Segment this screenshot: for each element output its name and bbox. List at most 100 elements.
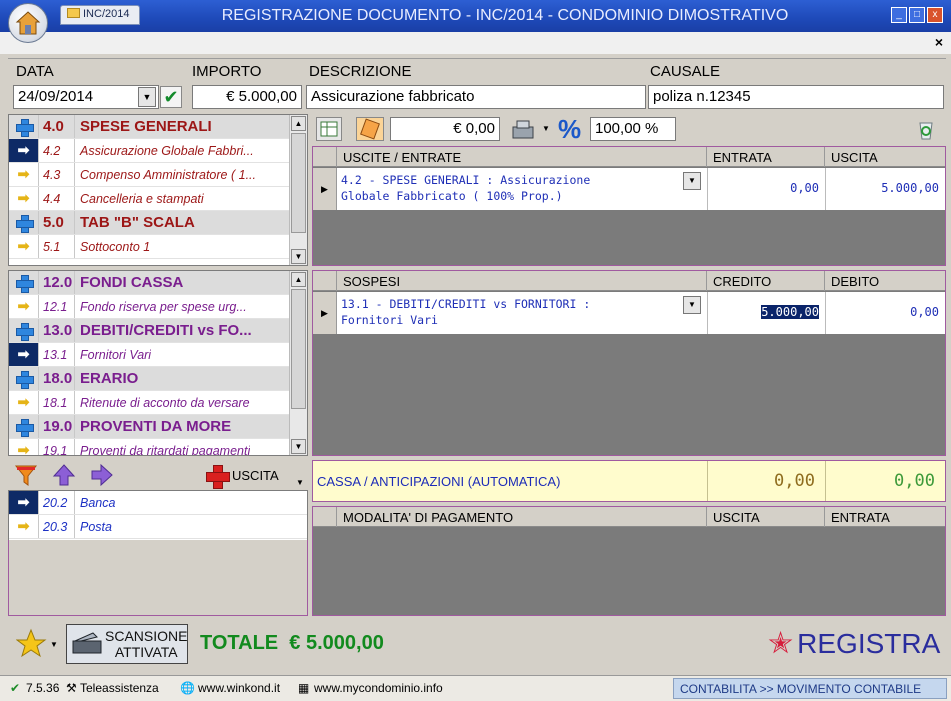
- teleassistenza-link[interactable]: Teleassistenza: [80, 681, 159, 695]
- table-row[interactable]: ▶ 4.2 - SPESE GENERALI : Assicurazione G…: [313, 168, 945, 210]
- row-uscita-value[interactable]: 5.000,00: [825, 168, 945, 210]
- account-row[interactable]: ➡ 18.1 Ritenute di acconto da versare: [9, 391, 289, 415]
- row-description[interactable]: 13.1 - DEBITI/CREDITI vs FORNITORI : For…: [341, 296, 590, 328]
- favorite-dropdown-icon[interactable]: ▼: [50, 640, 58, 649]
- scroll-up-icon[interactable]: ▲: [291, 272, 306, 287]
- favorite-star-icon[interactable]: [16, 628, 50, 660]
- col-uscite-entrate[interactable]: USCITE / ENTRATE: [337, 147, 707, 167]
- account-row[interactable]: ➡ 20.2 Banca: [9, 491, 307, 515]
- document-tab[interactable]: INC/2014: [60, 5, 140, 25]
- col-sospesi[interactable]: SOSPESI: [337, 271, 707, 291]
- account-row[interactable]: 18.0 ERARIO: [9, 367, 289, 391]
- plus-icon[interactable]: [15, 274, 34, 293]
- arrow-right-icon: ➡: [17, 190, 30, 207]
- row-dropdown-icon[interactable]: ▼: [683, 172, 701, 190]
- account-row[interactable]: 12.0 FONDI CASSA: [9, 271, 289, 295]
- scroll-thumb[interactable]: [291, 289, 306, 409]
- split-amount-field[interactable]: € 0,00: [390, 117, 500, 141]
- descrizione-field[interactable]: Assicurazione fabbricato: [306, 85, 646, 109]
- title-bar: INC/2014 REGISTRAZIONE DOCUMENTO - INC/2…: [0, 0, 951, 32]
- arrow-up-icon[interactable]: [52, 463, 76, 487]
- arrow-right-icon: ➡: [17, 238, 30, 255]
- select-arrow-icon: ➡: [9, 391, 39, 414]
- account-row[interactable]: ➡ 5.1 Sottoconto 1: [9, 235, 289, 259]
- account-row[interactable]: ➡ 19.1 Proventi da ritardati pagamenti: [9, 439, 289, 455]
- recycle-bin-icon[interactable]: [914, 117, 938, 141]
- folder-icon: [67, 8, 80, 18]
- account-row[interactable]: ➡ 4.3 Compenso Amministratore ( 1...: [9, 163, 289, 187]
- modalita-grid-header: MODALITA' DI PAGAMENTO USCITA ENTRATA: [313, 507, 945, 527]
- scroll-up-icon[interactable]: ▲: [291, 116, 306, 131]
- close-button[interactable]: x: [927, 7, 943, 23]
- uscita-button[interactable]: USCITA: [232, 468, 279, 483]
- expense-accounts-scrollbar[interactable]: ▲ ▼: [289, 115, 307, 265]
- account-row[interactable]: ➡ 12.1 Fondo riserva per spese urg...: [9, 295, 289, 319]
- toolbar-dropdown-icon[interactable]: ▼: [296, 478, 304, 487]
- plus-icon[interactable]: [15, 418, 34, 437]
- row-debito-value[interactable]: 0,00: [825, 292, 945, 334]
- account-row[interactable]: 13.0 DEBITI/CREDITI vs FO...: [9, 319, 289, 343]
- account-row[interactable]: 19.0 PROVENTI DA MORE: [9, 415, 289, 439]
- table-row[interactable]: ▶ 13.1 - DEBITI/CREDITI vs FORNITORI : F…: [313, 292, 945, 334]
- winkond-link[interactable]: www.winkond.it: [198, 681, 280, 695]
- col-modalita-entrata[interactable]: ENTRATA: [825, 507, 945, 527]
- col-uscita[interactable]: USCITA: [825, 147, 945, 167]
- account-name: TAB "B" SCALA: [80, 214, 195, 231]
- maximize-button[interactable]: □: [909, 7, 925, 23]
- percent-field[interactable]: 100,00 %: [590, 117, 676, 141]
- scroll-down-icon[interactable]: ▼: [291, 439, 306, 454]
- plus-icon[interactable]: [15, 214, 34, 233]
- cassa-label: CASSA / ANTICIPAZIONI (AUTOMATICA): [317, 474, 561, 489]
- registra-button[interactable]: ✭ REGISTRA: [768, 626, 940, 661]
- plus-icon[interactable]: [15, 322, 34, 341]
- filter-icon[interactable]: [14, 463, 38, 487]
- col-modalita-uscita[interactable]: USCITA: [707, 507, 825, 527]
- row-dropdown-icon[interactable]: ▼: [683, 296, 701, 314]
- date-dropdown-icon[interactable]: ▼: [138, 87, 156, 107]
- scroll-thumb[interactable]: [291, 133, 306, 233]
- row-credito-value[interactable]: 5.000,00: [707, 292, 825, 334]
- row-credito-selected-text[interactable]: 5.000,00: [761, 305, 819, 319]
- mycondominio-link[interactable]: www.mycondominio.info: [314, 681, 443, 695]
- minimize-button[interactable]: _: [891, 7, 907, 23]
- plus-icon[interactable]: [15, 118, 34, 137]
- row-description[interactable]: 4.2 - SPESE GENERALI : Assicurazione Glo…: [341, 172, 590, 204]
- balance-accounts-panel: 12.0 FONDI CASSA ➡ 12.1 Fondo riserva per sp…: [8, 270, 308, 456]
- account-code: 4.3: [39, 163, 75, 186]
- arrow-right-icon: ➡: [17, 518, 30, 535]
- account-row[interactable]: ➡ 4.4 Cancelleria e stampati: [9, 187, 289, 211]
- calculator-icon[interactable]: [356, 117, 384, 141]
- arrow-right-icon[interactable]: [90, 463, 114, 487]
- row-entrata-value[interactable]: 0,00: [707, 168, 825, 210]
- close-document-icon[interactable]: ×: [935, 34, 943, 50]
- account-row[interactable]: ➡ 4.2 Assicurazione Globale Fabbri...: [9, 139, 289, 163]
- account-row[interactable]: 4.0 SPESE GENERALI: [9, 115, 289, 139]
- percent-icon[interactable]: %: [558, 114, 581, 145]
- col-debito[interactable]: DEBITO: [825, 271, 945, 291]
- select-arrow-icon: ➡: [9, 439, 39, 455]
- col-credito[interactable]: CREDITO: [707, 271, 825, 291]
- cassa-value-a: 0,00: [707, 461, 825, 501]
- account-row[interactable]: ➡ 13.1 Fornitori Vari: [9, 343, 289, 367]
- account-code: 20.2: [39, 491, 75, 514]
- col-entrata[interactable]: ENTRATA: [707, 147, 825, 167]
- expand-plus-icon: [9, 367, 39, 390]
- expense-accounts-list: 4.0 SPESE GENERALI ➡ 4.2 Assicurazione Globa…: [9, 115, 289, 265]
- account-row[interactable]: 5.0 TAB "B" SCALA: [9, 211, 289, 235]
- house-icon: [15, 11, 41, 35]
- importo-field[interactable]: € 5.000,00: [192, 85, 302, 109]
- breadcrumb: CONTABILITA >> MOVIMENTO CONTABILE: [673, 678, 947, 699]
- scan-button[interactable]: SCANSIONE ATTIVATA: [66, 624, 188, 664]
- confirm-check-icon[interactable]: ✔: [160, 86, 182, 108]
- scroll-down-icon[interactable]: ▼: [291, 249, 306, 264]
- spreadsheet-icon[interactable]: [316, 117, 342, 141]
- add-payment-icon[interactable]: [206, 465, 230, 489]
- cash-register-icon[interactable]: [510, 119, 538, 141]
- plus-icon[interactable]: [15, 370, 34, 389]
- cash-dropdown-icon[interactable]: ▼: [542, 124, 550, 133]
- balance-accounts-scrollbar[interactable]: ▲ ▼: [289, 271, 307, 455]
- col-modalita[interactable]: MODALITA' DI PAGAMENTO: [337, 507, 707, 527]
- home-button[interactable]: [8, 3, 48, 43]
- causale-field[interactable]: poliza n.12345: [648, 85, 944, 109]
- account-row[interactable]: ➡ 20.3 Posta: [9, 515, 307, 539]
